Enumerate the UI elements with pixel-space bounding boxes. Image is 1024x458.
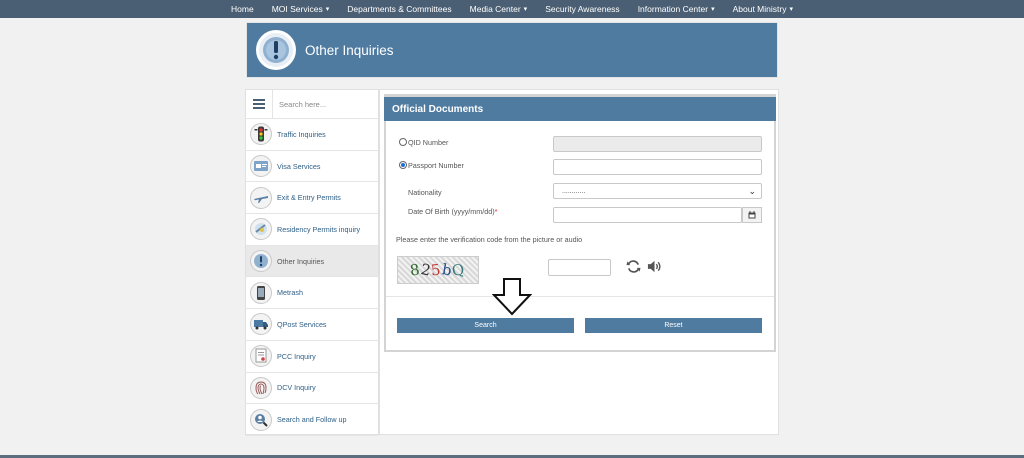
nav-item-label: Home	[231, 4, 254, 14]
exclamation-icon	[256, 30, 296, 70]
sidebar-item-pcc-inquiry[interactable]: PCC Inquiry	[246, 341, 378, 373]
airplane-icon	[250, 186, 272, 209]
hamburger-menu-icon[interactable]	[246, 89, 273, 119]
caret-down-icon: ▾	[789, 6, 793, 13]
sidebar-item-label: Search and Follow up	[277, 415, 347, 425]
sidebar-item-label: PCC Inquiry	[277, 351, 316, 361]
calendar-icon	[748, 211, 756, 219]
sidebar-menu: Traffic Inquiries Visa Services Exit & Ent…	[245, 89, 379, 436]
nationality-label: Nationality	[408, 188, 442, 197]
passport-label: Passport Number	[408, 161, 464, 170]
sidebar-item-dcv-inquiry[interactable]: DCV Inquiry	[246, 373, 378, 405]
sidebar-item-label: Exit & Entry Permits	[277, 193, 341, 203]
exclamation-icon	[250, 250, 272, 273]
passport-radio[interactable]	[399, 161, 407, 169]
page-title: Other Inquiries	[305, 42, 394, 58]
page-banner: Other Inquiries	[246, 22, 778, 78]
truck-icon	[250, 313, 272, 336]
nav-item-moi-services[interactable]: MOI Services ▾	[263, 4, 339, 14]
nav-item-information-center[interactable]: Information Center ▾	[629, 4, 724, 14]
qid-radio[interactable]	[399, 138, 407, 146]
qid-label: QID Number	[408, 138, 449, 147]
sidebar-item-traffic-inquiries[interactable]: Traffic Inquiries	[246, 119, 378, 151]
traffic-light-icon	[250, 123, 272, 146]
sidebar-item-label: DCV Inquiry	[277, 383, 316, 393]
caret-down-icon: ▾	[523, 6, 528, 13]
nav-item-media-center[interactable]: Media Center ▾	[461, 4, 537, 14]
panel-title: Official Documents	[384, 97, 776, 121]
sidebar-item-search-and-follow-up[interactable]: Search and Follow up	[246, 404, 378, 436]
main-content: Official Documents QID Number Passport N…	[379, 89, 779, 435]
nav-item-label: Information Center	[637, 4, 709, 14]
nav-item-label: About Ministry	[732, 4, 787, 14]
date-of-birth-input[interactable]	[553, 207, 742, 223]
qid-input[interactable]	[553, 136, 762, 152]
chevron-down-icon: ⌄	[748, 186, 756, 196]
audio-speaker-icon[interactable]	[647, 259, 662, 279]
nav-item-label: Security Awareness	[545, 4, 620, 14]
nav-item-security-awareness[interactable]: Security Awareness	[536, 4, 629, 14]
sidebar-item-label: Metrash	[277, 288, 303, 298]
sidebar-item-exit-entry-permits[interactable]: Exit & Entry Permits	[246, 182, 378, 215]
visa-icon	[250, 155, 272, 178]
person-search-icon	[250, 408, 272, 431]
required-mark: *	[494, 207, 498, 216]
form-body: QID Number Passport Number Nationality .…	[386, 121, 774, 350]
caret-down-icon: ▾	[325, 6, 330, 13]
sidebar-item-metrash[interactable]: Metrash	[246, 277, 378, 310]
form-divider	[386, 296, 774, 297]
captcha-input[interactable]	[548, 259, 611, 276]
nav-item-label: Departments & Committees	[347, 4, 452, 14]
search-button[interactable]: Search	[397, 318, 574, 333]
captcha-image: 825bQ	[397, 256, 479, 284]
down-arrow-icon	[491, 278, 533, 321]
sidebar-item-label: Other Inquiries	[277, 256, 325, 266]
caret-down-icon: ▾	[711, 6, 715, 13]
nav-item-label: Media Center	[469, 4, 521, 14]
sidebar-search-row	[246, 89, 378, 119]
dob-label-text: Date Of Birth (yyyy/mm/dd)	[408, 207, 495, 216]
refresh-icon[interactable]	[626, 259, 641, 279]
top-navigation: Home MOI Services ▾ Departments & Committee…	[0, 0, 1024, 18]
nationality-selected-value: ............	[562, 187, 586, 195]
calendar-button[interactable]	[742, 207, 762, 223]
nav-item-departments-committees[interactable]: Departments & Committees	[338, 4, 460, 14]
certificate-icon	[250, 345, 272, 368]
reset-button[interactable]: Reset	[585, 318, 762, 333]
sidebar-search-input[interactable]	[273, 99, 373, 109]
sidebar-item-qpost-services[interactable]: QPost Services	[246, 309, 378, 341]
dob-label: Date Of Birth (yyyy/mm/dd)*	[408, 207, 497, 216]
nav-item-label: MOI Services	[271, 4, 323, 14]
sidebar-item-label: Visa Services	[277, 161, 321, 171]
sidebar-item-label: Traffic Inquiries	[277, 129, 326, 139]
sidebar-item-visa-services[interactable]: Visa Services	[246, 151, 378, 183]
sidebar-item-label: QPost Services	[277, 319, 327, 329]
nav-item-home[interactable]: Home	[222, 4, 263, 14]
sidebar-item-label: Residency Permits inquiry	[277, 224, 361, 234]
sidebar-item-other-inquiries[interactable]: Other Inquiries	[246, 245, 378, 278]
fingerprint-icon	[250, 376, 272, 399]
residency-icon	[250, 218, 272, 241]
official-documents-panel: Official Documents QID Number Passport N…	[384, 94, 776, 352]
sidebar-item-residency-permits-inquiry[interactable]: Residency Permits inquiry	[246, 214, 378, 246]
phone-icon	[250, 281, 272, 304]
passport-number-input[interactable]	[553, 159, 762, 175]
nationality-select[interactable]: ............ ⌄	[553, 183, 762, 199]
nav-item-about-ministry[interactable]: About Ministry ▾	[724, 4, 802, 14]
captcha-char: Q	[450, 259, 468, 281]
captcha-instruction: Please enter the verification code from …	[396, 235, 583, 244]
